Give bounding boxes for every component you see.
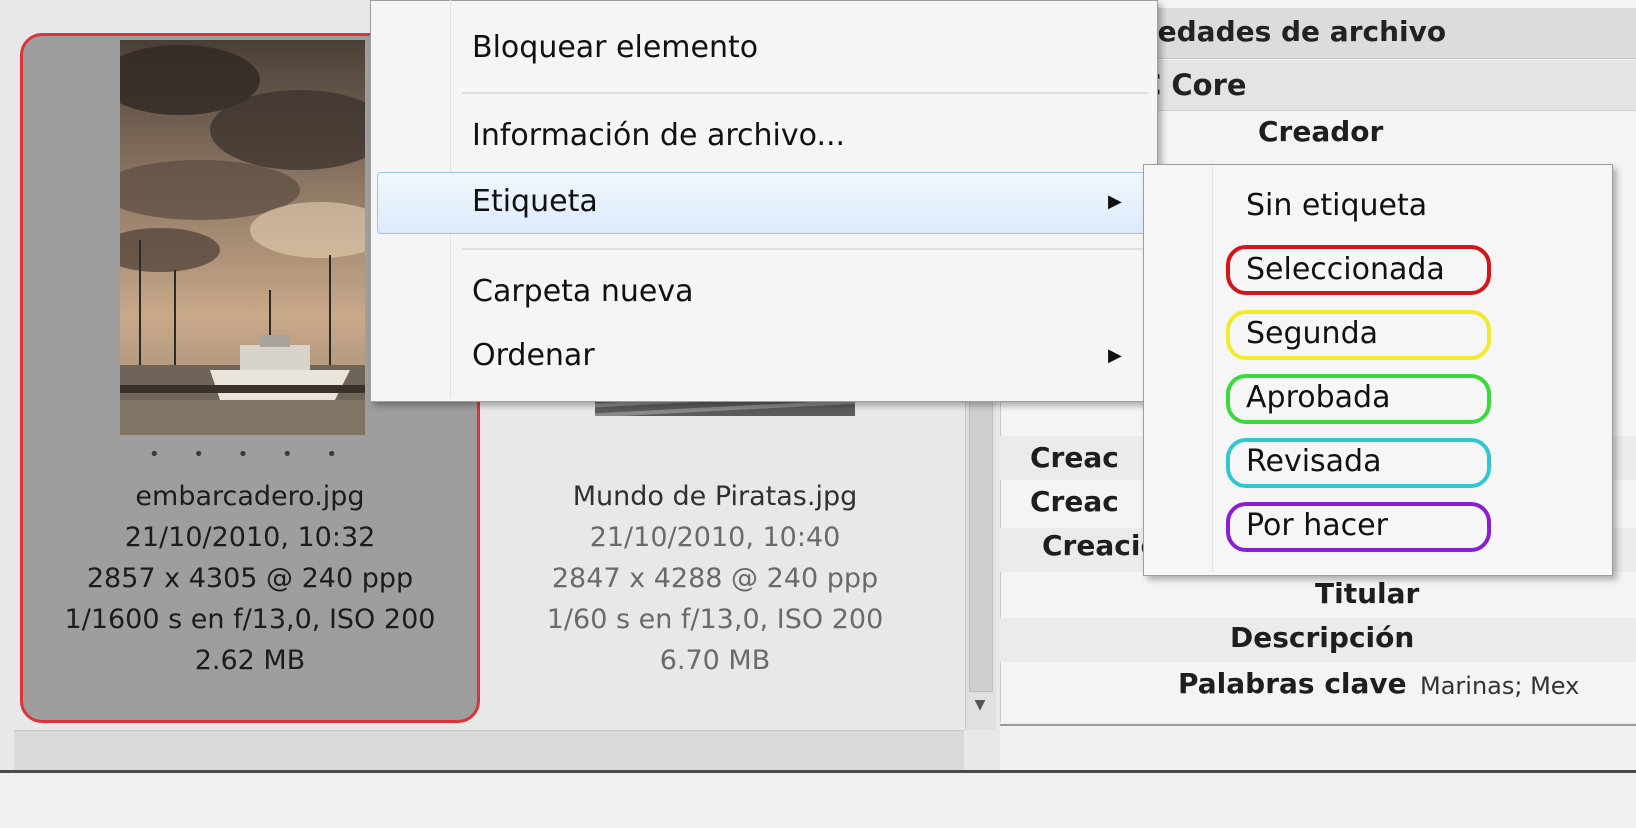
menu-item-file-info[interactable]: Información de archivo... bbox=[472, 106, 845, 166]
file-date: 21/10/2010, 10:40 bbox=[589, 522, 841, 553]
label-option-reviewed[interactable]: Revisada bbox=[1246, 434, 1381, 490]
file-exposure: 1/1600 s en f/13,0, ISO 200 bbox=[64, 604, 436, 635]
thumbnail-metadata-embarcadero: embarcadero.jpg 21/10/2010, 10:32 2857 x… bbox=[20, 476, 480, 681]
horizontal-scrollbar[interactable] bbox=[14, 730, 964, 771]
menu-separator bbox=[462, 248, 1148, 250]
file-dimensions: 2857 x 4305 @ 240 ppp bbox=[86, 563, 414, 594]
divider bbox=[1000, 724, 1636, 726]
field-value-keywords[interactable]: Marinas; Mex bbox=[1420, 666, 1579, 706]
label-option-selected[interactable]: Seleccionada bbox=[1246, 242, 1445, 298]
menu-item-label[interactable]: Etiqueta bbox=[472, 172, 598, 232]
label-option-second[interactable]: Segunda bbox=[1246, 306, 1378, 362]
scrollbar-thumb[interactable] bbox=[969, 380, 993, 692]
field-label-creator-3: Creac bbox=[1030, 485, 1119, 518]
file-size: 6.70 MB bbox=[659, 645, 771, 676]
metadata-section-title: piedades de archivo bbox=[1128, 15, 1447, 48]
label-option-to-do[interactable]: Por hacer bbox=[1246, 498, 1388, 554]
scroll-down-arrow-icon[interactable]: ▼ bbox=[969, 692, 991, 718]
status-bar bbox=[0, 773, 1636, 828]
submenu-arrow-icon: ▶ bbox=[1108, 191, 1122, 212]
file-size: 2.62 MB bbox=[194, 645, 306, 676]
submenu-icon-gutter bbox=[1212, 166, 1213, 572]
label-option-approved[interactable]: Aprobada bbox=[1246, 370, 1390, 426]
submenu-arrow-icon: ▶ bbox=[1108, 345, 1122, 366]
metadata-panel-footer bbox=[1000, 722, 1636, 770]
file-name: embarcadero.jpg bbox=[135, 481, 365, 512]
thumbnail-metadata-mundo-de-piratas: Mundo de Piratas.jpg 21/10/2010, 10:40 2… bbox=[480, 476, 950, 681]
field-label-keywords: Palabras clave bbox=[1178, 667, 1407, 700]
menu-item-new-folder[interactable]: Carpeta nueva bbox=[472, 262, 693, 322]
menu-item-lock-item[interactable]: Bloquear elemento bbox=[472, 18, 758, 78]
label-option-none[interactable]: Sin etiqueta bbox=[1246, 178, 1427, 234]
file-dimensions: 2847 x 4288 @ 240 ppp bbox=[551, 563, 879, 594]
menu-separator bbox=[462, 92, 1148, 94]
field-label-creator-2: Creac bbox=[1030, 441, 1119, 474]
file-date: 21/10/2010, 10:32 bbox=[124, 522, 376, 553]
field-label-description: Descripción bbox=[1230, 621, 1415, 654]
file-name: Mundo de Piratas.jpg bbox=[572, 481, 858, 512]
field-label-creator: Creador bbox=[1258, 115, 1384, 148]
star-rating[interactable]: • • • • • bbox=[20, 440, 480, 470]
menu-item-sort[interactable]: Ordenar bbox=[472, 326, 595, 386]
file-exposure: 1/60 s en f/13,0, ISO 200 bbox=[546, 604, 884, 635]
thumbnail-image-embarcadero[interactable] bbox=[120, 40, 365, 435]
field-label-holder: Titular bbox=[1315, 577, 1420, 610]
